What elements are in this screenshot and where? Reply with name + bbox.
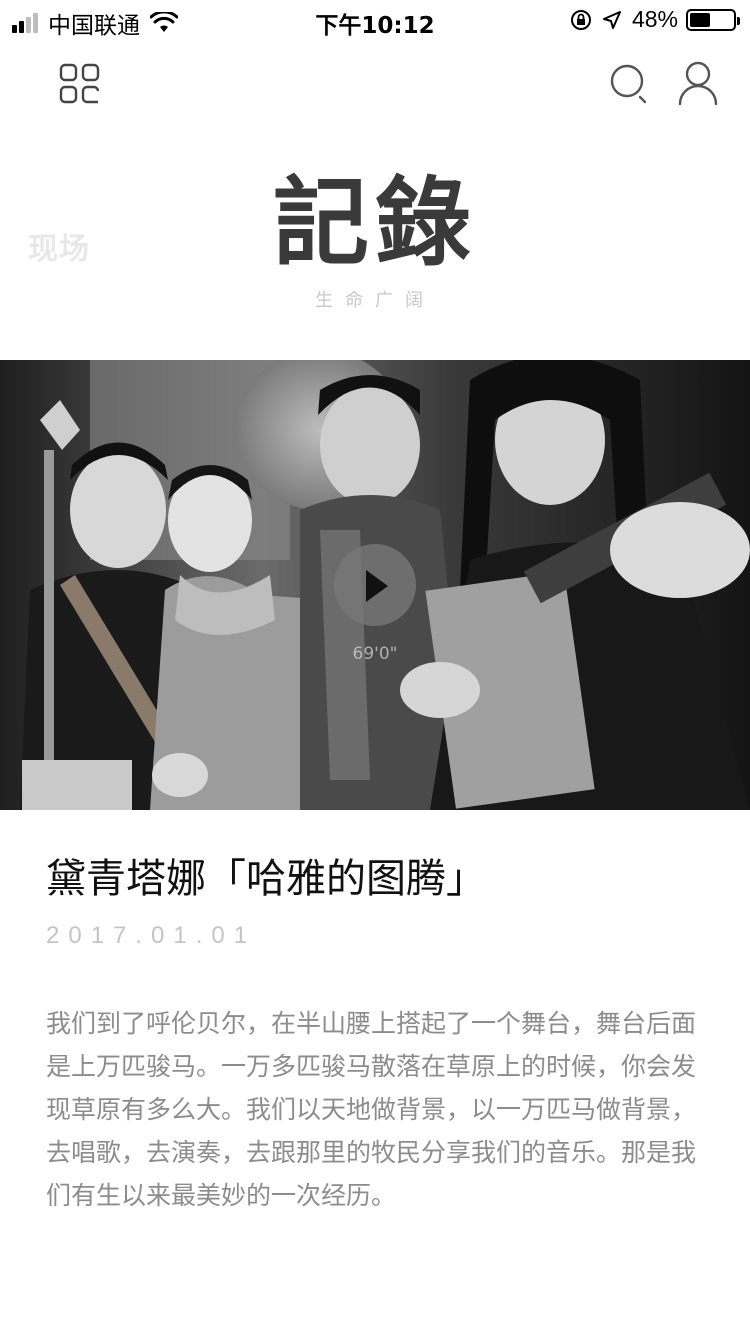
status-bar: 中国联通 下午10:12 48% [0, 0, 750, 40]
user-icon[interactable] [676, 60, 720, 106]
brand-logo-title: 記錄 [273, 166, 477, 279]
article-title: 黛青塔娜「哈雅的图腾」 [46, 856, 486, 902]
article-body: 我们到了呼伦贝尔，在半山腰上搭起了一个舞台，舞台后面是上万匹骏马。一万多匹骏马散… [46, 1009, 697, 1210]
battery-percent: 48% [631, 6, 678, 32]
article-date: 2017.01.01 [46, 922, 257, 949]
search-icon[interactable] [608, 62, 652, 106]
location-arrow-icon [602, 10, 621, 29]
orientation-lock-icon [570, 9, 591, 30]
video-duration: 69'0" [352, 644, 398, 664]
brand-subtitle: 生命广阔 [315, 290, 435, 311]
grid-menu-icon[interactable] [58, 62, 102, 106]
play-icon [366, 570, 388, 602]
status-right: 48% [570, 6, 740, 33]
play-button[interactable] [334, 544, 416, 626]
battery-icon [686, 8, 740, 31]
